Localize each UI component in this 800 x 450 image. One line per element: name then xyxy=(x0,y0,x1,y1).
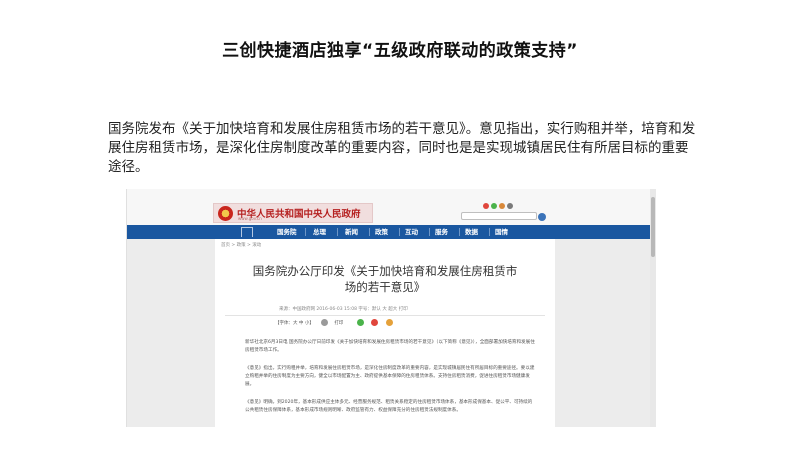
nav-divider xyxy=(429,228,430,236)
embedded-webpage-screenshot: 中华人民共和国中央人民政府 www.gov.cn 国务院 总理 新闻 政策 互动… xyxy=(126,189,656,427)
nav-divider xyxy=(399,228,400,236)
share-weibo-icon[interactable] xyxy=(371,319,379,326)
wechat-icon[interactable] xyxy=(491,203,497,209)
mobile-icon[interactable] xyxy=(499,203,505,209)
nav-divider xyxy=(489,228,490,236)
tiananmen-icon xyxy=(241,227,253,237)
nav-item-news[interactable]: 新闻 xyxy=(345,225,358,239)
header-tools xyxy=(461,203,546,221)
share-wechat-icon[interactable] xyxy=(356,319,364,326)
gov-site-header: 中华人民共和国中央人民政府 www.gov.cn xyxy=(127,189,651,225)
weibo-icon[interactable] xyxy=(483,203,489,209)
gov-main-nav: 国务院 总理 新闻 政策 互动 服务 数据 国情 xyxy=(127,225,651,239)
print-icon xyxy=(321,319,329,326)
language-icon[interactable] xyxy=(507,203,513,209)
nav-divider xyxy=(305,228,306,236)
divider xyxy=(225,315,545,316)
article-paragraph: 《意见》明确，到2020年，基本形成供应主体多元、经营服务规范、租赁关系稳定的住… xyxy=(245,400,533,413)
share-buttons xyxy=(356,319,399,326)
page-scrollbar[interactable] xyxy=(650,189,656,427)
nav-item-services[interactable]: 服务 xyxy=(435,225,448,239)
article-toolbar: 【字体：大 中 小】 打印 xyxy=(275,319,405,327)
breadcrumb[interactable]: 首页 > 政策 > 滚动 xyxy=(221,242,261,248)
article-title-line: 场的若干意见》 xyxy=(344,280,426,294)
scrollbar-thumb[interactable] xyxy=(651,197,655,257)
slide-body-text: 国务院发布《关于加快培育和发展住房租赁市场的若干意见》。意见指出，实行购租并举，… xyxy=(108,121,696,175)
nav-item-premier[interactable]: 总理 xyxy=(313,225,326,239)
article-title: 国务院办公厅印发《关于加快培育和发展住房租赁市 场的若干意见》 xyxy=(215,263,555,295)
national-emblem-icon xyxy=(218,205,233,221)
article-paragraph: 《意见》指出，实行购租并举，培育和发展住房租赁市场，是深化住房制度改革的重要内容… xyxy=(245,366,535,387)
print-button[interactable]: 打印 xyxy=(321,319,349,326)
nav-item-data[interactable]: 数据 xyxy=(465,225,478,239)
nav-divider xyxy=(337,228,338,236)
gov-site-url: www.gov.cn xyxy=(238,216,262,221)
article-meta: 来源：中国政府网 2016-06-03 15:08 字号：默认 大 超大 打印 xyxy=(279,307,408,312)
print-label: 打印 xyxy=(334,321,344,326)
nav-item-interaction[interactable]: 互动 xyxy=(405,225,418,239)
search-icon[interactable] xyxy=(538,213,546,221)
article-title-line: 国务院办公厅印发《关于加快培育和发展住房租赁市 xyxy=(252,264,518,278)
nav-item-state-council[interactable]: 国务院 xyxy=(277,225,297,239)
share-qzone-icon[interactable] xyxy=(385,319,393,326)
nav-item-national-info[interactable]: 国情 xyxy=(495,225,508,239)
site-search-input[interactable] xyxy=(461,212,546,221)
nav-item-policy[interactable]: 政策 xyxy=(375,225,388,239)
font-size-control[interactable]: 【字体：大 中 小】 xyxy=(275,320,314,326)
nav-divider xyxy=(369,228,370,236)
article-paragraph: 新华社北京6月3日电 国务院办公厅日前印发《关于加快培育和发展住房租赁市场的若干… xyxy=(245,340,535,353)
article-panel: 首页 > 政策 > 滚动 国务院办公厅印发《关于加快培育和发展住房租赁市 场的若… xyxy=(215,239,555,427)
gov-site-logo[interactable]: 中华人民共和国中央人民政府 www.gov.cn xyxy=(213,203,373,223)
slide-title: 三创快捷酒店独享“五级政府联动的政策支持” xyxy=(222,41,578,61)
nav-divider xyxy=(459,228,460,236)
